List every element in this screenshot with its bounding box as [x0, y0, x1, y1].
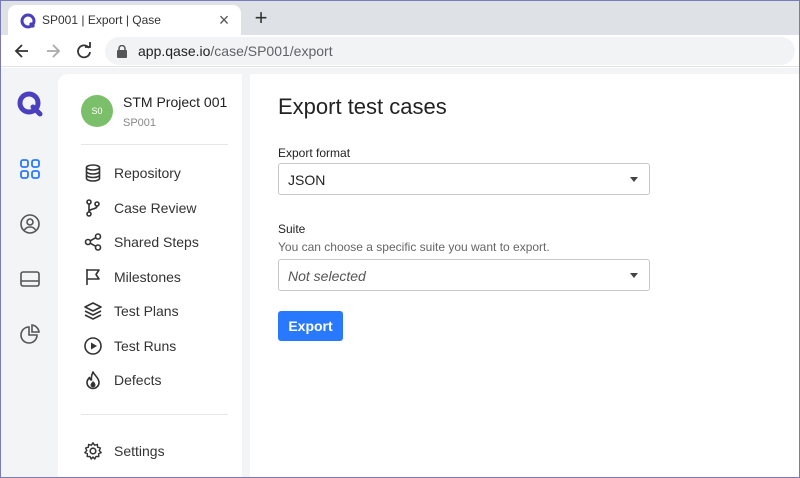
suite-label: Suite	[278, 222, 306, 236]
fire-icon	[86, 371, 100, 390]
flag-icon	[86, 269, 100, 285]
inbox-tray-icon[interactable]	[19, 268, 41, 290]
tab-close-icon[interactable]: ×	[214, 10, 234, 30]
export-button[interactable]: Export	[278, 311, 343, 341]
sidebar-item-label: Defects	[114, 372, 162, 388]
sidebar-item-test-runs[interactable]: Test Runs	[81, 333, 231, 359]
project-sidebar: S0 STM Project 001 SP001 Repository Case…	[58, 74, 242, 477]
browser-toolbar: app.qase.io/case/SP001/export	[1, 35, 799, 67]
sidebar-item-settings[interactable]: Settings	[81, 438, 231, 464]
suite-select[interactable]: Not selected	[278, 259, 650, 291]
export-format-label: Export format	[278, 146, 351, 160]
qase-logo-icon[interactable]	[16, 90, 44, 118]
export-format-select[interactable]: JSON	[278, 163, 650, 195]
tab-title: SP001 | Export | Qase	[42, 13, 161, 27]
chevron-down-icon	[630, 273, 638, 278]
app-container: S0 STM Project 001 SP001 Repository Case…	[1, 68, 799, 477]
sidebar-item-label: Shared Steps	[114, 234, 199, 250]
project-code: SP001	[123, 117, 157, 129]
sidebar-item-label: Milestones	[114, 269, 181, 285]
sidebar-item-label: Settings	[114, 443, 165, 459]
sidebar-divider	[81, 414, 228, 415]
qase-favicon-icon	[20, 13, 36, 29]
url-path: /case/SP001/export	[210, 43, 333, 59]
address-bar[interactable]: app.qase.io/case/SP001/export	[105, 37, 795, 65]
sidebar-item-label: Test Plans	[114, 303, 179, 319]
sidebar-item-milestones[interactable]: Milestones	[81, 264, 231, 290]
icon-rail	[1, 68, 58, 477]
project-name[interactable]: STM Project 001	[123, 94, 227, 110]
browser-tab[interactable]: SP001 | Export | Qase ×	[8, 5, 241, 35]
sidebar-item-shared-steps[interactable]: Shared Steps	[81, 229, 231, 255]
suite-help-text: You can choose a specific suite you want…	[278, 240, 550, 254]
share-nodes-icon	[84, 233, 102, 251]
play-circle-icon	[84, 337, 102, 355]
browser-tabstrip: SP001 | Export | Qase × +	[1, 1, 799, 35]
new-tab-button[interactable]: +	[249, 7, 273, 31]
suite-placeholder: Not selected	[288, 268, 366, 284]
sidebar-item-label: Test Runs	[114, 338, 177, 354]
back-arrow-icon[interactable]	[12, 41, 32, 61]
sidebar-item-case-review[interactable]: Case Review	[81, 195, 231, 221]
export-format-value: JSON	[288, 172, 326, 188]
lock-icon	[117, 45, 127, 58]
sidebar-item-defects[interactable]: Defects	[81, 367, 231, 393]
sidebar-divider	[81, 144, 228, 145]
url-host: app.qase.io	[138, 43, 211, 59]
database-icon	[85, 164, 101, 182]
layers-icon	[84, 302, 102, 320]
user-circle-icon[interactable]	[19, 213, 41, 235]
sidebar-item-label: Case Review	[114, 200, 197, 216]
url-text: app.qase.io/case/SP001/export	[138, 43, 333, 59]
project-avatar[interactable]: S0	[81, 95, 113, 127]
reload-icon[interactable]	[74, 41, 94, 61]
sidebar-item-repository[interactable]: Repository	[81, 160, 231, 186]
page-title: Export test cases	[278, 94, 447, 119]
sidebar-item-label: Repository	[114, 165, 181, 181]
gear-icon	[84, 442, 102, 460]
pie-chart-icon[interactable]	[19, 323, 41, 345]
chevron-down-icon	[630, 177, 638, 182]
sidebar-item-test-plans[interactable]: Test Plans	[81, 298, 231, 324]
main-content: Export test cases Export format JSON Sui…	[250, 74, 799, 477]
forward-arrow-icon[interactable]	[43, 41, 63, 61]
git-branch-icon	[86, 199, 100, 217]
dashboard-grid-icon[interactable]	[19, 158, 41, 180]
